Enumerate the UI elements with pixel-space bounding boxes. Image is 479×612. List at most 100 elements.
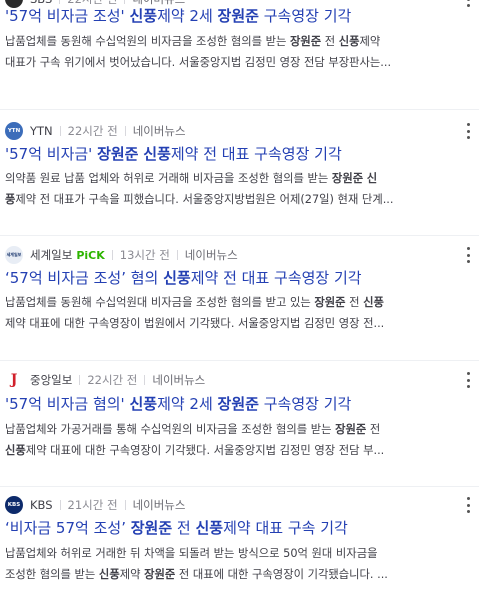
text-run: 납품업체를 동원해 수십억원대 비자금을 조성한 혐의를 받고 있는 (5, 296, 315, 309)
naver-news-link[interactable]: 네이버뉴스 (152, 372, 205, 388)
text-run: '57억 비자금 혐의' (5, 395, 130, 413)
separator (124, 500, 126, 510)
press-name[interactable]: KBS (30, 498, 53, 512)
press-name[interactable]: 중앙일보 (30, 372, 72, 388)
news-item: KBS KBS 21시간 전 네이버뉴스 ‘비자금 57억 조성’ 장원준 전 신풍제약… (0, 486, 479, 612)
snippet-line: 납품업체와 허위로 거래한 뒤 차액을 되돌려 받는 방식으로 50억 원대 비… (5, 543, 470, 564)
highlight-keyword: 신풍 (143, 145, 171, 163)
text-run: 제약 (119, 568, 145, 581)
news-item: 세계일보 세계일보 PiCK 13시간 전 네이버뉴스 ‘57억 비자금 조성’ 혐의 신… (0, 235, 479, 361)
highlight-keyword: 신풍 (163, 269, 191, 287)
separator (176, 250, 178, 260)
text-run: '57억 비자금' (5, 145, 98, 163)
press-name[interactable]: YTN (30, 124, 53, 138)
text-run: 납품업체와 허위로 거래한 뒤 차액을 되돌려 받는 방식으로 50억 원대 비… (5, 547, 378, 560)
snippet-line: 제약 대표에 대한 구속영장이 법원에서 기각됐다. 서울중앙지법 김정민 영장… (5, 313, 470, 334)
press-logo-icon[interactable]: J (5, 371, 23, 389)
article-title-link[interactable]: '57억 비자금' 장원준 신풍제약 전 대표 구속영장 기각 (5, 144, 475, 164)
article-time: 22시간 전 (67, 124, 118, 138)
separator (79, 375, 81, 385)
text-run: 제약 전 대표 구속영장 기각 (170, 145, 342, 163)
text-run: 제약 (359, 35, 381, 48)
naver-news-link[interactable]: 네이버뉴스 (133, 123, 186, 139)
snippet-line: 납품업체를 동원해 수십억원의 비자금을 조성한 혐의를 받는 장원준 전 신풍… (5, 31, 470, 52)
highlight-keyword: 신풍 (129, 395, 158, 413)
article-time: 13시간 전 (119, 248, 170, 262)
article-title-link[interactable]: '57억 비자금 조성' 신풍제약 2세 장원준 구속영장 기각 (5, 6, 475, 26)
snippet-line: 조성한 혐의를 받는 신풍제약 장원준 전 대표에 대한 구속영장이 기각됐습니… (5, 564, 470, 585)
article-time: 21시간 전 (67, 498, 118, 512)
highlight-keyword: 장원준 (144, 568, 176, 581)
text-run: '57억 비자금 조성' (5, 7, 130, 25)
text-run: 전 (172, 519, 196, 537)
text-run: 구속영장 기각 (258, 7, 352, 25)
separator (59, 0, 61, 4)
press-name[interactable]: 세계일보 (30, 247, 72, 263)
press-logo-icon[interactable]: 세계일보 (5, 246, 23, 264)
text-run: 제약 2세 (157, 7, 218, 25)
text-run: 대표가 구속 위기에서 벗어났습니다. 서울중앙지법 김정민 영장 전담 부장판… (5, 56, 392, 69)
text-run: 제약 대표 구속 기각 (223, 519, 348, 537)
more-options-icon[interactable] (466, 123, 470, 139)
highlight-keyword: 장원준 (314, 296, 346, 309)
text-run: 의약품 원료 납품 업체와 허위로 거래해 비자금을 조성한 혐의를 받는 (5, 172, 332, 185)
article-meta: KBS KBS 21시간 전 네이버뉴스 (5, 495, 185, 515)
text-run: 전 대표에 대한 구속영장이 기각됐습니다. ... (175, 568, 388, 581)
article-snippet[interactable]: 의약품 원료 납품 업체와 허위로 거래해 비자금을 조성한 혐의를 받는 장원… (5, 168, 470, 210)
snippet-line: 의약품 원료 납품 업체와 허위로 거래해 비자금을 조성한 혐의를 받는 장원… (5, 168, 470, 189)
text-run: ‘비자금 57억 조성’ (5, 519, 131, 537)
naver-news-link[interactable]: 네이버뉴스 (185, 247, 238, 263)
text-run: 제약 2세 (157, 395, 218, 413)
text-run: 전 (366, 423, 381, 436)
separator (144, 375, 146, 385)
highlight-keyword: 신풍 (338, 35, 360, 48)
text-run: 전 (321, 35, 339, 48)
article-title-link[interactable]: ‘비자금 57억 조성’ 장원준 전 신풍제약 대표 구속 기각 (5, 518, 475, 538)
highlight-keyword: 장원준 (331, 172, 364, 185)
highlight-keyword: 신풍 (5, 444, 26, 457)
snippet-line: 납품업체와 가공거래를 통해 수십억원의 비자금을 조성한 혐의를 받는 장원준… (5, 419, 470, 440)
highlight-keyword: 장원준 (335, 423, 367, 436)
highlight-keyword: 장원준 (289, 35, 322, 48)
highlight-keyword: 신 (366, 172, 378, 185)
text-run: 제약 전 대표 구속영장 기각 (190, 269, 362, 287)
text-run: 제약 대표에 대한 구속영장이 법원에서 기각됐다. 서울중앙지법 김정민 영장… (5, 317, 385, 330)
press-logo-icon[interactable]: YTN (5, 122, 23, 140)
text-run: ‘57억 비자금 조성’ 혐의 (5, 269, 164, 287)
separator (124, 0, 126, 4)
naver-news-link[interactable]: 네이버뉴스 (133, 497, 186, 513)
press-logo-icon[interactable]: KBS (5, 496, 23, 514)
article-snippet[interactable]: 납품업체와 가공거래를 통해 수십억원의 비자금을 조성한 혐의를 받는 장원준… (5, 419, 470, 461)
article-meta: 세계일보 세계일보 PiCK 13시간 전 네이버뉴스 (5, 245, 238, 265)
news-item: YTN YTN 22시간 전 네이버뉴스 '57억 비자금' 장원준 신풍제약 전 대표… (0, 109, 479, 235)
highlight-keyword: 장원준 (217, 395, 259, 413)
article-snippet[interactable]: 납품업체를 동원해 수십억원대 비자금을 조성한 혐의를 받고 있는 장원준 전… (5, 292, 470, 334)
article-snippet[interactable]: 납품업체와 허위로 거래한 뒤 차액을 되돌려 받는 방식으로 50억 원대 비… (5, 543, 470, 585)
text-run: 조성한 혐의를 받는 (5, 568, 99, 581)
highlight-keyword: 신풍 (98, 568, 120, 581)
news-item: SBSSBS22시간 전네이버뉴스'57억 비자금 조성' 신풍제약 2세 장원… (0, 0, 479, 114)
article-time: 22시간 전 (87, 373, 138, 387)
snippet-line: 납품업체를 동원해 수십억원대 비자금을 조성한 혐의를 받고 있는 장원준 전… (5, 292, 470, 313)
text-run: 납품업체를 동원해 수십억원의 비자금을 조성한 혐의를 받는 (5, 35, 290, 48)
highlight-keyword: 신풍 (129, 7, 158, 25)
more-options-icon[interactable] (466, 497, 470, 513)
pick-badge: PiCK (76, 248, 105, 262)
text-run: 전 (345, 296, 364, 309)
highlight-keyword: 신풍 (363, 296, 384, 309)
separator (59, 500, 61, 510)
highlight-keyword: 풍 (5, 193, 16, 206)
article-snippet[interactable]: 납품업체를 동원해 수십억원의 비자금을 조성한 혐의를 받는 장원준 전 신풍… (5, 31, 470, 73)
more-options-icon[interactable] (466, 247, 470, 263)
separator (111, 250, 113, 260)
text-run: 구속영장 기각 (258, 395, 352, 413)
highlight-keyword: 장원준 (130, 519, 173, 537)
more-options-icon[interactable] (466, 372, 470, 388)
highlight-keyword: 장원준 (217, 7, 259, 25)
article-title-link[interactable]: ‘57억 비자금 조성’ 혐의 신풍제약 전 대표 구속영장 기각 (5, 268, 475, 288)
article-meta: J 중앙일보 22시간 전 네이버뉴스 (5, 370, 205, 390)
separator (59, 126, 61, 136)
highlight-keyword: 장원준 (97, 145, 139, 163)
article-title-link[interactable]: '57억 비자금 혐의' 신풍제약 2세 장원준 구속영장 기각 (5, 394, 475, 414)
news-item: J 중앙일보 22시간 전 네이버뉴스 '57억 비자금 혐의' 신풍제약 2세 장원준… (0, 360, 479, 486)
